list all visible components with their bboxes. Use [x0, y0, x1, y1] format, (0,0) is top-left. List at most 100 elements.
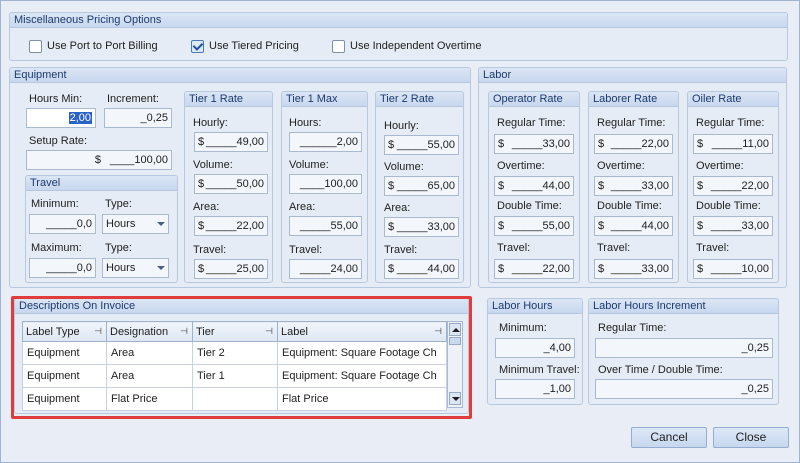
descriptions-highlight-frame	[11, 296, 472, 419]
oiler-overtime-input[interactable]: $ _____22,00	[693, 176, 773, 196]
travel-minimum-label: Minimum:	[31, 198, 79, 210]
currency-symbol: $	[697, 263, 704, 275]
equipment-title: Equipment	[10, 68, 470, 83]
oiler-double-value: _____33,00	[710, 220, 769, 232]
increment-ot-label: Over Time / Double Time:	[598, 364, 723, 376]
laborer-travel-label: Travel:	[597, 242, 631, 254]
oiler-overtime-label: Overtime:	[696, 160, 744, 172]
tier2-rate-group: Tier 2 Rate Hourly: $ _____55,00 Volume: …	[375, 91, 464, 283]
currency-symbol: $	[697, 180, 704, 192]
tier1-rate-title: Tier 1 Rate	[185, 92, 272, 107]
laborer-overtime-value: _____33,00	[610, 180, 669, 192]
currency-symbol: $	[388, 221, 395, 233]
labor-hours-min-travel-label: Minimum Travel:	[499, 364, 580, 376]
laborer-regular-input[interactable]: $ _____22,00	[594, 134, 673, 154]
labor-hours-min-travel-input[interactable]: _1,00	[495, 379, 575, 399]
port-to-port-checkbox[interactable]	[29, 40, 42, 53]
labor-title: Labor	[479, 68, 786, 83]
operator-regular-input[interactable]: $ _____33,00	[494, 134, 574, 154]
oiler-travel-label: Travel:	[696, 242, 730, 254]
tier2-travel-value: _____44,00	[396, 263, 455, 275]
currency-symbol: $	[697, 220, 704, 232]
laborer-double-label: Double Time:	[597, 200, 662, 212]
currency-symbol: $	[598, 220, 605, 232]
travel-maximum-input[interactable]: _____0,0	[29, 258, 96, 278]
travel-minimum-input[interactable]: _____0,0	[29, 214, 96, 234]
independent-overtime-checkbox[interactable]	[332, 40, 345, 53]
tier1-max-group: Tier 1 Max Hours: ______2,00 Volume: ___…	[281, 91, 368, 283]
travel-title: Travel	[26, 176, 177, 191]
travel-type2-label: Type:	[105, 242, 132, 254]
laborer-rate-group: Laborer Rate Regular Time: $ _____22,00 O…	[588, 91, 679, 283]
operator-double-input[interactable]: $ _____55,00	[494, 216, 574, 236]
tier2-hourly-label: Hourly:	[384, 120, 419, 132]
laborer-double-input[interactable]: $ _____44,00	[594, 216, 673, 236]
currency-symbol: $	[388, 139, 395, 151]
increment-ot-input[interactable]: _0,25	[595, 379, 773, 399]
setup-rate-currency: $	[94, 154, 101, 166]
laborer-rate-title: Laborer Rate	[589, 92, 678, 107]
increment-regular-input[interactable]: _0,25	[595, 338, 773, 358]
operator-rate-title: Operator Rate	[489, 92, 579, 107]
oiler-regular-input[interactable]: $ _____11,00	[693, 134, 773, 154]
tier2-rate-title: Tier 2 Rate	[376, 92, 463, 107]
labor-increment-title: Labor Hours Increment	[589, 299, 778, 314]
currency-symbol: $	[697, 138, 704, 150]
travel-type-select[interactable]: Hours	[102, 214, 169, 234]
laborer-regular-label: Regular Time:	[597, 117, 666, 129]
currency-symbol: $	[498, 180, 505, 192]
hours-min-input[interactable]: 2,00	[26, 108, 96, 128]
laborer-overtime-label: Overtime:	[597, 160, 645, 172]
tier2-volume-value: _____65,00	[396, 180, 455, 192]
tier1max-volume-label: Volume:	[289, 159, 329, 171]
tier1-travel-label: Travel:	[193, 244, 227, 256]
tier1max-travel-input[interactable]: _____24,00	[289, 259, 362, 279]
increment-label: Increment:	[107, 93, 159, 105]
tier1-hourly-input[interactable]: $ _____49,00	[194, 132, 268, 152]
close-button[interactable]: Close	[713, 427, 789, 448]
oiler-rate-group: Oiler Rate Regular Time: $ _____11,00 Ove…	[687, 91, 779, 283]
tier2-area-input[interactable]: $ _____33,00	[384, 217, 459, 237]
increment-input[interactable]: _0,25	[104, 108, 172, 128]
misc-pricing-group: Miscellaneous Pricing Options Use Port t…	[9, 12, 788, 61]
tier1max-volume-input[interactable]: ____100,00	[289, 174, 362, 194]
tiered-pricing-checkbox[interactable]	[191, 40, 204, 53]
tier1max-area-input[interactable]: _____55,00	[289, 216, 362, 236]
oiler-travel-input[interactable]: $ _____10,00	[693, 259, 773, 279]
laborer-travel-input[interactable]: $ _____33,00	[594, 259, 673, 279]
cancel-button[interactable]: Cancel	[631, 427, 707, 448]
tier1-max-title: Tier 1 Max	[282, 92, 367, 107]
tier1max-hours-input[interactable]: ______2,00	[289, 132, 362, 152]
travel-type2-select[interactable]: Hours	[102, 258, 169, 278]
oiler-double-input[interactable]: $ _____33,00	[693, 216, 773, 236]
setup-rate-label: Setup Rate:	[29, 135, 88, 147]
tiered-pricing-label[interactable]: Use Tiered Pricing	[209, 40, 299, 53]
labor-hours-minimum-input[interactable]: _4,00	[495, 338, 575, 358]
travel-type-label: Type:	[105, 198, 132, 210]
tier1-travel-input[interactable]: $ _____25,00	[194, 259, 268, 279]
oiler-travel-value: _____10,00	[710, 263, 769, 275]
operator-double-value: _____55,00	[511, 220, 570, 232]
currency-symbol: $	[388, 180, 395, 192]
currency-symbol: $	[598, 263, 605, 275]
tier1-volume-input[interactable]: $ _____50,00	[194, 174, 268, 194]
laborer-regular-value: _____22,00	[610, 138, 669, 150]
oiler-overtime-value: _____22,00	[710, 180, 769, 192]
tier2-travel-input[interactable]: $ _____44,00	[384, 259, 459, 279]
hours-min-value: 2,00	[68, 112, 92, 124]
operator-travel-input[interactable]: $ _____22,00	[494, 259, 574, 279]
tier1max-hours-label: Hours:	[289, 117, 322, 129]
tier2-hourly-input[interactable]: $ _____55,00	[384, 135, 459, 155]
independent-overtime-label[interactable]: Use Independent Overtime	[350, 40, 481, 53]
tier2-volume-input[interactable]: $ _____65,00	[384, 176, 459, 196]
operator-overtime-input[interactable]: $ _____44,00	[494, 176, 574, 196]
setup-rate-input[interactable]: ____100,00 $	[26, 150, 172, 170]
tier2-volume-label: Volume:	[384, 161, 424, 173]
laborer-overtime-input[interactable]: $ _____33,00	[594, 176, 673, 196]
tier2-travel-label: Travel:	[384, 244, 418, 256]
travel-type-value: Hours	[106, 218, 136, 230]
port-to-port-label[interactable]: Use Port to Port Billing	[47, 40, 158, 53]
currency-symbol: $	[598, 180, 605, 192]
operator-travel-label: Travel:	[497, 242, 531, 254]
tier1-area-input[interactable]: $ _____22,00	[194, 216, 268, 236]
